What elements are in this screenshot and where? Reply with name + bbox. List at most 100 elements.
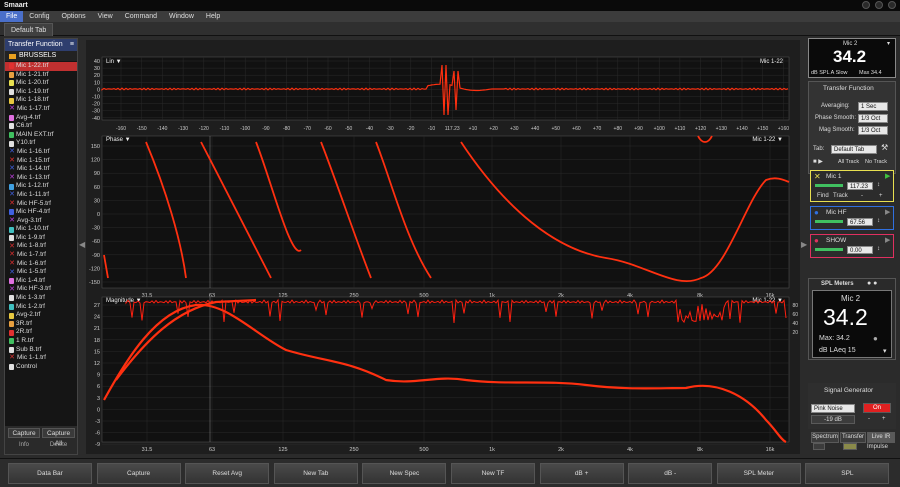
menu-caret-icon[interactable]: ▾ bbox=[887, 40, 890, 47]
plot-area[interactable]: 403020100-10-20-30-40-160 -150 -140 -130 -12… bbox=[86, 40, 800, 454]
play-icon[interactable]: ▶ bbox=[885, 172, 890, 180]
file-item[interactable]: Avg-2.trf bbox=[5, 311, 77, 320]
stepper-icon[interactable]: ↕ bbox=[877, 246, 880, 252]
file-item[interactable]: ✕ Mic 1-8.trf bbox=[5, 242, 77, 251]
measurement-2[interactable]: ● SHOW ▶ 0.00 ↕ bbox=[810, 234, 894, 258]
file-item[interactable]: MAIN EXT.trf bbox=[5, 131, 77, 140]
file-item[interactable]: C6.trf bbox=[5, 122, 77, 131]
file-item[interactable]: Mic 1-3.trf bbox=[5, 294, 77, 303]
menu-options[interactable]: Options bbox=[56, 11, 92, 22]
tab-transfer[interactable]: Transfer bbox=[840, 432, 866, 443]
menu-command[interactable]: Command bbox=[119, 11, 163, 22]
cmd-capture-button[interactable]: Capture bbox=[96, 463, 181, 484]
menu-view[interactable]: View bbox=[92, 11, 119, 22]
file-item[interactable]: ✕ Mic 1-16.trf bbox=[5, 148, 77, 157]
minimize-button[interactable] bbox=[862, 1, 870, 9]
stepper-icon[interactable]: ↕ bbox=[877, 182, 880, 188]
file-item[interactable]: Mic 1-9.trf bbox=[5, 234, 77, 243]
all-track-button[interactable]: All Track bbox=[838, 159, 859, 165]
stepper-icon[interactable]: ↕ bbox=[877, 218, 880, 224]
file-item[interactable]: Mic 1-20.trf bbox=[5, 79, 77, 88]
measurement-1[interactable]: ● Mic HF ▶ 67.56 ↕ bbox=[810, 206, 894, 230]
signal-plus-button[interactable]: + bbox=[882, 416, 886, 422]
file-item[interactable]: 2R.trf bbox=[5, 328, 77, 337]
collapse-left-icon[interactable]: ◀ bbox=[79, 240, 85, 249]
meter-reset-icon[interactable]: ● bbox=[873, 334, 878, 343]
menu-window[interactable]: Window bbox=[163, 11, 200, 22]
no-track-button[interactable]: No Track bbox=[865, 159, 887, 165]
file-item[interactable]: ✕ Mic 1-15.trf bbox=[5, 157, 77, 166]
capture-all-button[interactable]: Capture All bbox=[42, 428, 75, 447]
file-item[interactable]: ✕ Mic 1-11.trf bbox=[5, 191, 77, 200]
file-item[interactable]: ✕ Mic 1-5.trf bbox=[5, 268, 77, 277]
file-item[interactable]: Mic 1-22.trf bbox=[5, 62, 77, 71]
cmd-db-button[interactable]: dB + bbox=[539, 463, 624, 484]
mag-smooth-select[interactable]: 1/3 Oct bbox=[858, 126, 888, 135]
play-icon[interactable]: ▶ bbox=[885, 208, 890, 216]
file-item[interactable]: ✕ Avg-3.trf bbox=[5, 217, 77, 226]
measurement-0[interactable]: ✕ Mic 1 ▶ 117.23 ↕ Find Track - + bbox=[810, 170, 894, 202]
tab-select[interactable]: Default Tab bbox=[831, 145, 877, 154]
folder-item[interactable]: BRUSSELS bbox=[5, 51, 77, 61]
toggle-b[interactable] bbox=[843, 443, 857, 450]
file-item[interactable]: ✕ Mic HF-3.trf bbox=[5, 285, 77, 294]
file-item[interactable]: ✕ Mic 1-7.trf bbox=[5, 251, 77, 260]
find-button[interactable]: Find bbox=[817, 193, 829, 199]
delete-button[interactable]: Delete bbox=[42, 441, 75, 449]
cmd-data-bar-button[interactable]: Data Bar bbox=[8, 463, 92, 484]
cmd-db-button[interactable]: dB - bbox=[628, 463, 713, 484]
info-button[interactable]: Info bbox=[8, 441, 40, 449]
file-item[interactable]: ✕ Mic 1-13.trf bbox=[5, 174, 77, 183]
close-button[interactable] bbox=[888, 1, 896, 9]
menu-config[interactable]: Config bbox=[23, 11, 55, 22]
capture-button[interactable]: Capture bbox=[8, 428, 40, 438]
x-icon[interactable]: ✕ bbox=[814, 172, 821, 181]
delay-field[interactable]: 117.23 bbox=[847, 182, 873, 190]
file-item[interactable]: ✕ Mic 1-17.trf bbox=[5, 105, 77, 114]
file-item[interactable]: Y10.trf bbox=[5, 139, 77, 148]
file-item[interactable]: 3R.trf bbox=[5, 320, 77, 329]
collapse-right-icon[interactable]: ▶ bbox=[801, 240, 807, 249]
file-item[interactable]: Avg-4.trf bbox=[5, 114, 77, 123]
file-item[interactable]: Mic 1-2.trf bbox=[5, 303, 77, 312]
status-dot-icon[interactable]: ● bbox=[814, 208, 819, 217]
file-item[interactable]: Mic 1-21.trf bbox=[5, 71, 77, 80]
magnitude-plot[interactable]: 2724211815129630-3-6-931.5 63 125 250 500 1k 2… bbox=[94, 296, 798, 453]
spl-meter-display[interactable]: Mic 2 34.2 Max: 34.2 ● dB LAeq 15 ▾ bbox=[812, 290, 892, 358]
cmd-spl-meter-button[interactable]: SPL Meter bbox=[716, 463, 801, 484]
cmd-spl-button[interactable]: SPL bbox=[805, 463, 890, 484]
file-item[interactable]: 1 R.trf bbox=[5, 337, 77, 346]
toggle-a[interactable] bbox=[813, 443, 825, 450]
tools-icon[interactable]: ⚒ bbox=[881, 143, 888, 152]
menu-help[interactable]: Help bbox=[200, 11, 226, 22]
file-item[interactable]: Control bbox=[5, 363, 77, 372]
tab-default[interactable]: Default Tab bbox=[4, 23, 54, 36]
phase-plot[interactable]: 1501209060300-30-60-90-120-15031.5 63 125 2… bbox=[89, 135, 790, 299]
phase-smooth-select[interactable]: 1/3 Oct bbox=[858, 114, 888, 123]
spl-readout[interactable]: Mic 2 ▾ 34.2 dB SPL A Slow Max 34.4 bbox=[808, 38, 896, 78]
meter-caret-icon[interactable]: ▾ bbox=[883, 347, 887, 355]
signal-minus-button[interactable]: - bbox=[868, 416, 870, 422]
file-item[interactable]: ✕ Mic 1-6.trf bbox=[5, 260, 77, 269]
file-item[interactable]: ✕ Mic 1-14.trf bbox=[5, 165, 77, 174]
cmd-new-spec-button[interactable]: New Spec bbox=[362, 463, 447, 484]
signal-on-button[interactable]: On bbox=[863, 403, 891, 413]
file-item[interactable]: Sub B.trf bbox=[5, 346, 77, 355]
status-dot-icon[interactable]: ● bbox=[814, 236, 819, 245]
play-icon[interactable]: ▶ bbox=[885, 236, 890, 244]
file-item[interactable]: ✕ Mic 1-1.trf bbox=[5, 354, 77, 363]
cmd-reset-avg-button[interactable]: Reset Avg bbox=[185, 463, 270, 484]
file-item[interactable]: Mic 1-4.trf bbox=[5, 277, 77, 286]
tab-spectrum[interactable]: Spectrum bbox=[811, 432, 839, 443]
file-item[interactable]: Mic 1-10.trf bbox=[5, 225, 77, 234]
cmd-new-tab-button[interactable]: New Tab bbox=[273, 463, 358, 484]
averaging-select[interactable]: 1 Sec bbox=[858, 102, 888, 111]
plus-button[interactable]: + bbox=[879, 193, 883, 199]
play-controls-icon[interactable]: ■ ▶ bbox=[813, 158, 823, 165]
menu-icon[interactable]: ≡ bbox=[70, 39, 74, 51]
menu-file[interactable]: File bbox=[0, 11, 24, 22]
file-item[interactable]: Mic 1-18.trf bbox=[5, 96, 77, 105]
delay-field[interactable]: 67.56 bbox=[847, 218, 873, 226]
file-item[interactable]: Mic 1-19.trf bbox=[5, 88, 77, 97]
signal-type-select[interactable]: Pink Noise bbox=[811, 404, 855, 413]
